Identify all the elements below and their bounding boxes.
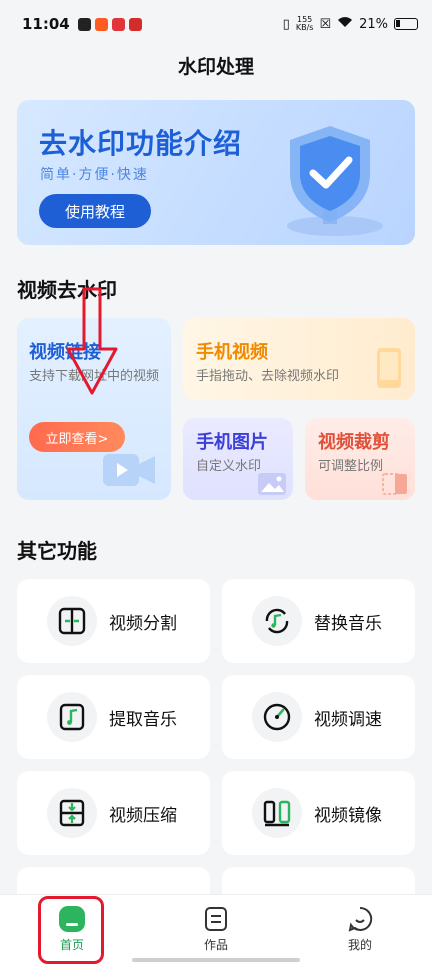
crop-desc: 可调整比例 xyxy=(318,459,384,474)
speed-icon xyxy=(252,692,302,742)
net-speed-unit: KB/s xyxy=(295,23,314,32)
split-icon xyxy=(47,596,97,646)
tile-label: 视频分割 xyxy=(109,613,177,634)
intro-banner[interactable]: 去水印功能介绍 简单·方便·快速 使用教程 xyxy=(17,100,415,245)
shield-check-icon xyxy=(287,126,383,236)
phone-icon xyxy=(377,348,401,388)
phone-image-card[interactable]: 手机图片 自定义水印 xyxy=(183,418,293,500)
crop-card[interactable]: 视频裁剪 可调整比例 xyxy=(305,418,415,500)
status-right: ▯ 155 KB/s ☒ 21% xyxy=(283,16,418,32)
mirror-icon xyxy=(252,788,302,838)
gesture-bar xyxy=(132,958,300,962)
status-time: 11:04 xyxy=(22,15,70,33)
nav-profile[interactable]: 我的 xyxy=(288,895,432,964)
battery-icon xyxy=(394,18,418,30)
net-speed: 155 KB/s xyxy=(296,16,314,32)
tile-label: 提取音乐 xyxy=(109,709,177,730)
tile-label: 视频调速 xyxy=(314,709,382,730)
phone-image-desc: 自定义水印 xyxy=(196,459,262,474)
crop-icon xyxy=(382,473,407,495)
replace-music-icon xyxy=(252,596,302,646)
view-now-button[interactable]: 立即查看> xyxy=(29,422,125,452)
other-section-title: 其它功能 xyxy=(17,539,97,563)
compress-icon xyxy=(47,788,97,838)
red-down-arrow-annotation xyxy=(66,287,118,395)
tile-speed[interactable]: 视频调速 xyxy=(222,675,415,759)
nav-works-label: 作品 xyxy=(203,938,228,952)
notification-icons xyxy=(77,17,142,31)
banner-title: 去水印功能介绍 xyxy=(39,127,243,160)
phone-image-title: 手机图片 xyxy=(196,432,268,453)
extract-music-icon xyxy=(47,692,97,742)
nav-works[interactable]: 作品 xyxy=(144,895,288,964)
vibrate-icon: ▯ xyxy=(282,16,290,32)
tile-extract-music[interactable]: 提取音乐 xyxy=(17,675,210,759)
tile-replace-music[interactable]: 替换音乐 xyxy=(222,579,415,663)
image-icon xyxy=(258,473,286,495)
play-app-icon xyxy=(77,17,91,31)
tile-mirror[interactable]: 视频镜像 xyxy=(222,771,415,855)
phone-video-desc: 手指拖动、去除视频水印 xyxy=(196,369,340,384)
phone-video-card[interactable]: 手机视频 手指拖动、去除视频水印 xyxy=(183,318,415,400)
app-notification-icon xyxy=(128,17,142,31)
nav-profile-label: 我的 xyxy=(347,938,372,952)
home-highlight-annotation xyxy=(38,896,104,964)
tile-label: 视频镜像 xyxy=(314,805,382,826)
page-title: 水印处理 xyxy=(177,56,254,78)
crop-title: 视频裁剪 xyxy=(318,432,390,453)
tile-video-split[interactable]: 视频分割 xyxy=(17,579,210,663)
tutorial-button[interactable]: 使用教程 xyxy=(39,194,151,228)
banner-subtitle: 简单·方便·快速 xyxy=(40,167,149,183)
wifi-icon xyxy=(337,16,353,32)
profile-icon xyxy=(348,906,373,932)
sim-off-icon: ☒ xyxy=(319,16,332,32)
app-notification-icon xyxy=(94,17,108,31)
status-bar: 11:04 ▯ 155 KB/s ☒ 21% xyxy=(0,0,432,48)
tile-label: 视频压缩 xyxy=(109,805,177,826)
video-camera-icon xyxy=(103,454,155,486)
phone-video-title: 手机视频 xyxy=(196,342,268,363)
battery-text: 21% xyxy=(359,16,388,32)
tile-compress[interactable]: 视频压缩 xyxy=(17,771,210,855)
works-icon xyxy=(205,907,227,931)
tile-label: 替换音乐 xyxy=(314,613,382,634)
app-notification-icon xyxy=(111,17,125,31)
